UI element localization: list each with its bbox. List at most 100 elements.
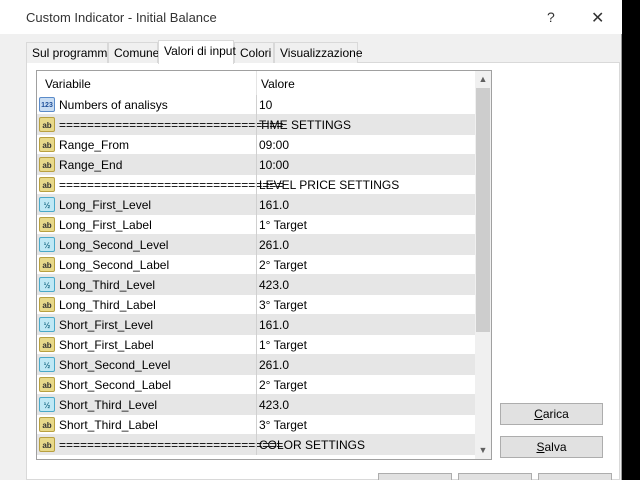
table-row[interactable]: 123 Numbers of analisys 10 [37,95,475,115]
save-button-accelerator: S [536,440,545,454]
tab-common[interactable]: Comune [108,42,159,63]
cell-divider [256,115,257,135]
cell-divider [256,395,257,415]
cell-divider [256,315,257,335]
variable-name: Short_First_Label [59,338,154,352]
scrollbar-thumb[interactable] [476,88,490,332]
load-button-accelerator: C [534,407,543,421]
table-row[interactable]: ½ Short_Third_Level 423.0 [37,395,475,415]
grid-header: Variabile Valore [37,71,475,95]
double-type-icon: ½ [39,317,55,332]
variable-value[interactable]: 161.0 [259,198,289,212]
variable-name: Range_End [59,158,123,172]
save-button[interactable]: Salva [500,436,603,458]
column-header-variable[interactable]: Variabile [45,77,91,91]
variable-value[interactable]: 10:00 [259,158,289,172]
table-row[interactable]: ab ================================ LEVEL … [37,175,475,195]
table-row[interactable]: ½ Short_Second_Level 261.0 [37,355,475,375]
variable-value[interactable]: 3° Target [259,298,307,312]
variable-name: ================================ [59,178,284,192]
scroll-up-arrow-icon[interactable]: ▲ [475,71,491,88]
variable-value[interactable]: LEVEL PRICE SETTINGS [259,178,399,192]
table-row[interactable]: ab Long_Third_Label 3° Target [37,295,475,315]
scroll-down-arrow-icon[interactable]: ▼ [475,442,491,459]
variable-value[interactable]: 261.0 [259,358,289,372]
variable-value[interactable]: 161.0 [259,318,289,332]
table-row[interactable]: ½ Long_Third_Level 423.0 [37,275,475,295]
variable-name: Long_First_Label [59,218,152,232]
integer-type-icon: 123 [39,97,55,112]
variable-name: Long_Second_Label [59,258,170,272]
load-button-label: arica [542,407,569,421]
tab-input-values[interactable]: Valori di input [158,40,236,64]
double-type-icon: ½ [39,357,55,372]
save-button-label: alva [544,440,567,454]
variable-name: Short_Second_Level [59,358,171,372]
variable-name: Short_Third_Label [59,418,158,432]
string-type-icon: ab [39,437,55,452]
tab-colors[interactable]: Colori [234,42,274,63]
cell-divider [256,255,257,275]
cell-divider [256,235,257,255]
vertical-scrollbar[interactable]: ▲ ▼ [475,71,491,459]
reset-button[interactable] [538,473,612,480]
tab-visualization[interactable]: Visualizzazione [274,42,363,63]
header-divider [256,71,257,95]
variable-value[interactable]: 2° Target [259,258,307,272]
string-type-icon: ab [39,137,55,152]
variable-name: Long_Third_Label [59,298,156,312]
table-row[interactable]: ab ================================ TIME S… [37,115,475,135]
variable-value[interactable]: 261.0 [259,238,289,252]
cell-divider [256,275,257,295]
variable-value[interactable]: 1° Target [259,218,307,232]
table-row[interactable]: ab Range_End 10:00 [37,155,475,175]
cell-divider [256,335,257,355]
cell-divider [256,95,257,115]
cell-divider [256,135,257,155]
title-bar: Custom Indicator - Initial Balance ? ✕ [0,0,622,34]
string-type-icon: ab [39,377,55,392]
variable-value[interactable]: 1° Target [259,338,307,352]
table-row[interactable]: ab Long_Second_Label 2° Target [37,255,475,275]
string-type-icon: ab [39,337,55,352]
table-row[interactable]: ½ Long_First_Level 161.0 [37,195,475,215]
variable-value[interactable]: 2° Target [259,378,307,392]
tab-about[interactable]: Sul programma [26,42,114,63]
ok-button[interactable] [378,473,452,480]
cell-divider [256,415,257,435]
help-button[interactable]: ? [547,9,555,25]
string-type-icon: ab [39,217,55,232]
variable-name: Short_Second_Label [59,378,172,392]
cell-divider [256,375,257,395]
string-type-icon: ab [39,297,55,312]
variable-name: Numbers of analisys [59,98,168,112]
load-button[interactable]: Carica [500,403,603,425]
cell-divider [256,435,257,455]
table-row[interactable]: ab Long_First_Label 1° Target [37,215,475,235]
variable-value[interactable]: 09:00 [259,138,289,152]
indicator-dialog: Custom Indicator - Initial Balance ? ✕ S… [0,0,622,480]
variable-value[interactable]: 10 [259,98,272,112]
table-row[interactable]: ½ Short_First_Level 161.0 [37,315,475,335]
window-title: Custom Indicator - Initial Balance [26,10,217,25]
cancel-button[interactable] [458,473,532,480]
table-row[interactable]: ½ Long_Second_Level 261.0 [37,235,475,255]
string-type-icon: ab [39,157,55,172]
table-row[interactable]: ab Short_Third_Label 3° Target [37,415,475,435]
variable-name: Long_Third_Level [59,278,156,292]
cell-divider [256,175,257,195]
close-button[interactable]: ✕ [591,8,604,28]
table-row[interactable]: ab Range_From 09:00 [37,135,475,155]
table-row[interactable]: ab Short_Second_Label 2° Target [37,375,475,395]
column-header-value[interactable]: Valore [261,77,295,91]
variable-value[interactable]: 423.0 [259,278,289,292]
string-type-icon: ab [39,257,55,272]
variable-name: ================================ [59,118,284,132]
variable-value[interactable]: COLOR SETTINGS [259,438,365,452]
variable-value[interactable]: TIME SETTINGS [259,118,351,132]
string-type-icon: ab [39,177,55,192]
table-row[interactable]: ab Short_First_Label 1° Target [37,335,475,355]
variable-value[interactable]: 3° Target [259,418,307,432]
variable-value[interactable]: 423.0 [259,398,289,412]
table-row[interactable]: ab ================================ COLOR … [37,435,475,455]
